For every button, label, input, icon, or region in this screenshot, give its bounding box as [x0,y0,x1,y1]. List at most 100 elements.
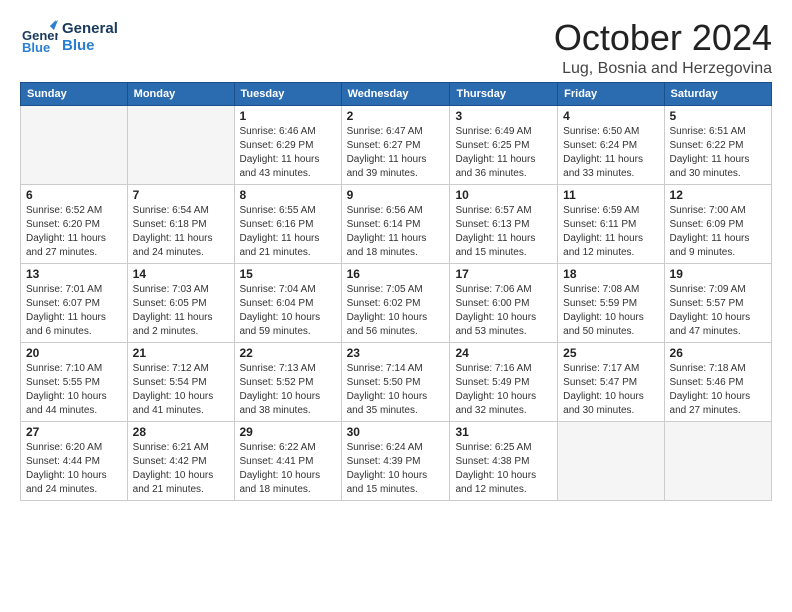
day-number: 3 [455,109,552,123]
day-info: Sunrise: 6:47 AM Sunset: 6:27 PM Dayligh… [347,125,445,181]
day-number: 30 [347,425,445,439]
calendar-cell: 4 Sunrise: 6:50 AM Sunset: 6:24 PM Daylig… [558,105,664,184]
day-info: Sunrise: 7:10 AM Sunset: 5:55 PM Dayligh… [26,362,122,418]
day-number: 16 [347,267,445,281]
day-number: 21 [133,346,229,360]
calendar-cell: 12 Sunrise: 7:00 AM Sunset: 6:09 PM Dayli… [664,184,771,263]
calendar-cell: 6 Sunrise: 6:52 AM Sunset: 6:20 PM Daylig… [21,184,128,263]
day-number: 17 [455,267,552,281]
calendar-cell: 18 Sunrise: 7:08 AM Sunset: 5:59 PM Dayli… [558,263,664,342]
calendar-cell: 16 Sunrise: 7:05 AM Sunset: 6:02 PM Dayli… [341,263,450,342]
calendar-cell: 7 Sunrise: 6:54 AM Sunset: 6:18 PM Daylig… [127,184,234,263]
day-number: 9 [347,188,445,202]
calendar-cell [21,105,128,184]
day-number: 13 [26,267,122,281]
calendar-table: SundayMondayTuesdayWednesdayThursdayFrid… [20,82,772,501]
logo-blue: Blue [62,37,118,54]
calendar-cell: 10 Sunrise: 6:57 AM Sunset: 6:13 PM Dayli… [450,184,558,263]
day-number: 26 [670,346,766,360]
calendar-cell: 28 Sunrise: 6:21 AM Sunset: 4:42 PM Dayli… [127,421,234,500]
day-number: 6 [26,188,122,202]
calendar-cell: 11Sunrise: 6:59 AM Sunset: 6:11 PM Dayli… [558,184,664,263]
calendar-day-header: Monday [127,82,234,105]
calendar-cell [664,421,771,500]
day-info: Sunrise: 6:51 AM Sunset: 6:22 PM Dayligh… [670,125,766,181]
day-number: 8 [240,188,336,202]
day-number: 25 [563,346,658,360]
day-info: Sunrise: 7:01 AM Sunset: 6:07 PM Dayligh… [26,283,122,339]
day-number: 12 [670,188,766,202]
calendar-cell: 22Sunrise: 7:13 AM Sunset: 5:52 PM Dayli… [234,342,341,421]
calendar-cell: 25 Sunrise: 7:17 AM Sunset: 5:47 PM Dayli… [558,342,664,421]
day-info: Sunrise: 6:57 AM Sunset: 6:13 PM Dayligh… [455,204,552,260]
day-info: Sunrise: 6:22 AM Sunset: 4:41 PM Dayligh… [240,441,336,497]
calendar-cell: 13 Sunrise: 7:01 AM Sunset: 6:07 PM Dayli… [21,263,128,342]
calendar-cell: 27Sunrise: 6:20 AM Sunset: 4:44 PM Dayli… [21,421,128,500]
calendar-day-header: Friday [558,82,664,105]
day-info: Sunrise: 6:25 AM Sunset: 4:38 PM Dayligh… [455,441,552,497]
calendar-day-header: Wednesday [341,82,450,105]
header: General Blue General Blue October 2024 L… [20,18,772,78]
calendar-cell: 9 Sunrise: 6:56 AM Sunset: 6:14 PM Daylig… [341,184,450,263]
day-number: 31 [455,425,552,439]
calendar-week-row: 20 Sunrise: 7:10 AM Sunset: 5:55 PM Dayli… [21,342,772,421]
day-info: Sunrise: 6:52 AM Sunset: 6:20 PM Dayligh… [26,204,122,260]
day-info: Sunrise: 7:08 AM Sunset: 5:59 PM Dayligh… [563,283,658,339]
calendar-cell: 14Sunrise: 7:03 AM Sunset: 6:05 PM Dayli… [127,263,234,342]
day-info: Sunrise: 6:50 AM Sunset: 6:24 PM Dayligh… [563,125,658,181]
day-number: 24 [455,346,552,360]
day-number: 10 [455,188,552,202]
calendar-cell: 17 Sunrise: 7:06 AM Sunset: 6:00 PM Dayli… [450,263,558,342]
day-info: Sunrise: 7:05 AM Sunset: 6:02 PM Dayligh… [347,283,445,339]
calendar-day-header: Saturday [664,82,771,105]
calendar-cell: 8 Sunrise: 6:55 AM Sunset: 6:16 PM Daylig… [234,184,341,263]
calendar-day-header: Tuesday [234,82,341,105]
day-number: 23 [347,346,445,360]
day-info: Sunrise: 6:20 AM Sunset: 4:44 PM Dayligh… [26,441,122,497]
calendar-cell: 5 Sunrise: 6:51 AM Sunset: 6:22 PM Daylig… [664,105,771,184]
day-number: 1 [240,109,336,123]
day-info: Sunrise: 6:55 AM Sunset: 6:16 PM Dayligh… [240,204,336,260]
calendar-cell: 30Sunrise: 6:24 AM Sunset: 4:39 PM Dayli… [341,421,450,500]
day-info: Sunrise: 6:54 AM Sunset: 6:18 PM Dayligh… [133,204,229,260]
day-info: Sunrise: 6:21 AM Sunset: 4:42 PM Dayligh… [133,441,229,497]
day-info: Sunrise: 7:06 AM Sunset: 6:00 PM Dayligh… [455,283,552,339]
day-info: Sunrise: 7:00 AM Sunset: 6:09 PM Dayligh… [670,204,766,260]
title-block: October 2024 Lug, Bosnia and Herzegovina [554,18,772,78]
day-info: Sunrise: 6:49 AM Sunset: 6:25 PM Dayligh… [455,125,552,181]
day-number: 5 [670,109,766,123]
day-info: Sunrise: 7:16 AM Sunset: 5:49 PM Dayligh… [455,362,552,418]
calendar-header-row: SundayMondayTuesdayWednesdayThursdayFrid… [21,82,772,105]
calendar-cell: 19Sunrise: 7:09 AM Sunset: 5:57 PM Dayli… [664,263,771,342]
calendar-cell: 1Sunrise: 6:46 AM Sunset: 6:29 PM Daylig… [234,105,341,184]
calendar-day-header: Sunday [21,82,128,105]
day-number: 14 [133,267,229,281]
day-info: Sunrise: 6:56 AM Sunset: 6:14 PM Dayligh… [347,204,445,260]
calendar-day-header: Thursday [450,82,558,105]
day-info: Sunrise: 7:14 AM Sunset: 5:50 PM Dayligh… [347,362,445,418]
calendar-cell: 23 Sunrise: 7:14 AM Sunset: 5:50 PM Dayli… [341,342,450,421]
calendar-cell: 15 Sunrise: 7:04 AM Sunset: 6:04 PM Dayli… [234,263,341,342]
calendar-cell [127,105,234,184]
day-info: Sunrise: 6:59 AM Sunset: 6:11 PM Dayligh… [563,204,658,260]
calendar-cell [558,421,664,500]
day-number: 7 [133,188,229,202]
location-title: Lug, Bosnia and Herzegovina [554,60,772,78]
calendar-cell: 2Sunrise: 6:47 AM Sunset: 6:27 PM Daylig… [341,105,450,184]
calendar-week-row: 13 Sunrise: 7:01 AM Sunset: 6:07 PM Dayli… [21,263,772,342]
day-info: Sunrise: 7:04 AM Sunset: 6:04 PM Dayligh… [240,283,336,339]
day-number: 20 [26,346,122,360]
calendar-week-row: 27Sunrise: 6:20 AM Sunset: 4:44 PM Dayli… [21,421,772,500]
day-number: 15 [240,267,336,281]
day-number: 28 [133,425,229,439]
svg-text:Blue: Blue [22,40,50,55]
day-number: 19 [670,267,766,281]
calendar-cell: 31 Sunrise: 6:25 AM Sunset: 4:38 PM Dayli… [450,421,558,500]
day-number: 18 [563,267,658,281]
month-title: October 2024 [554,18,772,58]
day-info: Sunrise: 7:17 AM Sunset: 5:47 PM Dayligh… [563,362,658,418]
calendar-cell: 24 Sunrise: 7:16 AM Sunset: 5:49 PM Dayli… [450,342,558,421]
calendar-week-row: 6 Sunrise: 6:52 AM Sunset: 6:20 PM Daylig… [21,184,772,263]
day-number: 4 [563,109,658,123]
logo: General Blue General Blue [20,18,118,56]
